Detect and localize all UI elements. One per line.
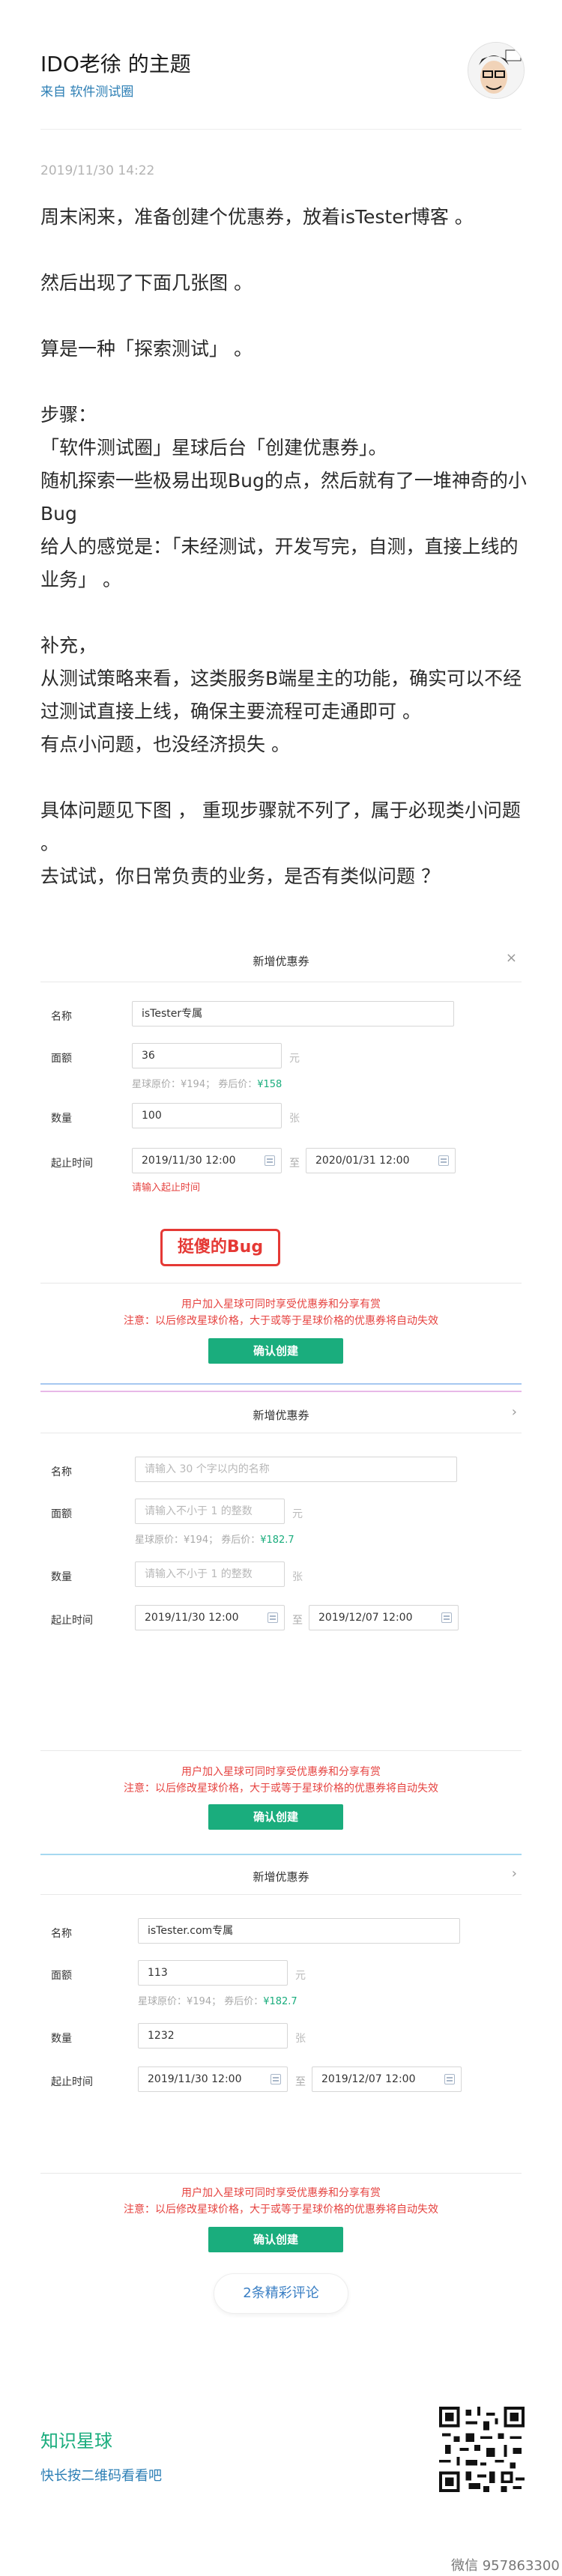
price-hint: 星球原价：¥194； 券后价：¥158 bbox=[132, 1079, 282, 1090]
dialog-title: 新增优惠券 bbox=[253, 955, 309, 968]
amount-input[interactable]: 请输入不小于 1 的整数 bbox=[135, 1499, 285, 1524]
comments-button[interactable]: 2条精彩评论 bbox=[214, 2273, 348, 2314]
amount-input[interactable]: 113 bbox=[138, 1960, 288, 1986]
yuan-unit: 元 bbox=[295, 1970, 306, 1982]
quantity-input[interactable]: 100 bbox=[132, 1103, 282, 1128]
post-paragraph: 步骤： 「软件测试圈」星球后台「创建优惠券」。 随机探索一些极易出现Bug的点，… bbox=[40, 404, 527, 590]
name-input[interactable]: 请输入 30 个字以内的名称 bbox=[135, 1457, 457, 1482]
name-input[interactable]: isTester.com专属 bbox=[138, 1918, 460, 1944]
end-date-input[interactable]: 2019/12/07 12:00 bbox=[309, 1605, 459, 1630]
price-warning: 注意：以后修改星球价格，大于或等于星球价格的优惠券将自动失效 bbox=[124, 2204, 438, 2216]
screenshot-seam bbox=[40, 1379, 522, 1397]
post-paragraph: 周末闲来，准备创建个优惠券，放着isTester博客 。 bbox=[40, 206, 474, 228]
yuan-unit: 元 bbox=[292, 1508, 303, 1520]
start-date-input[interactable]: 2019/11/30 12:00 bbox=[135, 1605, 285, 1630]
post-paragraph: 具体问题见下图 ， 重现步骤就不列了，属于必现类小问题 。 去试试，你日常负责的… bbox=[40, 799, 521, 887]
qr-code[interactable] bbox=[439, 2407, 525, 2492]
zhang-unit: 张 bbox=[295, 2033, 306, 2045]
avatar-image bbox=[468, 43, 524, 98]
amount-label: 面额 bbox=[51, 1508, 72, 1520]
calendar-icon[interactable] bbox=[441, 1612, 452, 1623]
start-date-input[interactable]: 2019/11/30 12:00 bbox=[132, 1148, 282, 1173]
quantity-input[interactable]: 请输入不小于 1 的整数 bbox=[135, 1561, 285, 1587]
calendar-icon[interactable] bbox=[444, 2074, 455, 2084]
coupon-note: 用户加入星球可同时享受优惠券和分享有赏 bbox=[181, 1766, 381, 1778]
dialog-title: 新增优惠券 bbox=[253, 1409, 309, 1422]
confirm-create-button[interactable]: 确认创建 bbox=[208, 2227, 343, 2252]
end-date-input[interactable]: 2020/01/31 12:00 bbox=[306, 1148, 456, 1173]
calendar-icon[interactable] bbox=[265, 1155, 275, 1166]
price-warning: 注意：以后修改星球价格，大于或等于星球价格的优惠券将自动失效 bbox=[124, 1783, 438, 1795]
price-warning: 注意：以后修改星球价格，大于或等于星球价格的优惠券将自动失效 bbox=[124, 1315, 438, 1327]
quantity-label: 数量 bbox=[51, 1113, 72, 1125]
time-label: 起止时间 bbox=[51, 1158, 93, 1170]
time-label: 起止时间 bbox=[51, 2076, 93, 2088]
amount-input[interactable]: 36 bbox=[132, 1043, 282, 1068]
post-body: 周末闲来，准备创建个优惠券，放着isTester博客 。 然后出现了下面几张图 … bbox=[40, 201, 528, 893]
amount-label: 面额 bbox=[51, 1053, 72, 1065]
author-avatar[interactable] bbox=[468, 42, 525, 99]
calendar-icon[interactable] bbox=[271, 2074, 281, 2084]
coupon-form-screenshot-2: 新增优惠券 › 名称 请输入 30 个字以内的名称 面额 请输入不小于 1 的整… bbox=[40, 1400, 522, 1849]
confirm-create-button[interactable]: 确认创建 bbox=[208, 1338, 343, 1364]
chevron-right-icon[interactable]: › bbox=[512, 1404, 517, 1420]
name-input[interactable]: isTester专属 bbox=[132, 1001, 454, 1027]
quantity-input[interactable]: 1232 bbox=[138, 2023, 288, 2049]
to-separator: 至 bbox=[292, 1615, 303, 1627]
zhang-unit: 张 bbox=[292, 1571, 303, 1583]
price-hint: 星球原价：¥194； 券后价：¥182.7 bbox=[138, 1996, 297, 2007]
amount-label: 面额 bbox=[51, 1970, 72, 1982]
coupon-note: 用户加入星球可同时享受优惠券和分享有赏 bbox=[181, 1298, 381, 1310]
quantity-label: 数量 bbox=[51, 1571, 72, 1583]
name-label: 名称 bbox=[51, 1466, 72, 1478]
post-paragraph: 算是一种「探索测试」 。 bbox=[40, 338, 253, 360]
footer-hint: 快长按二维码看看吧 bbox=[40, 2468, 162, 2484]
end-date-input[interactable]: 2019/12/07 12:00 bbox=[312, 2066, 462, 2092]
close-icon[interactable]: × bbox=[506, 950, 517, 966]
post-paragraph: 补充， 从测试策略来看，这类服务B端星主的功能，确实可以不经过测试直接上线，确保… bbox=[40, 635, 522, 755]
price-hint: 星球原价：¥194； 券后价：¥182.7 bbox=[135, 1535, 294, 1546]
post-timestamp: 2019/11/30 14:22 bbox=[40, 163, 155, 178]
wechat-id: 微信 957863300 bbox=[451, 2558, 560, 2574]
name-label: 名称 bbox=[51, 1928, 72, 1940]
topic-title: IDO老徐 的主题 bbox=[40, 52, 191, 76]
post-header: IDO老徐 的主题 来自 软件测试圈 bbox=[0, 0, 562, 127]
calendar-icon[interactable] bbox=[268, 1612, 278, 1623]
start-date-input[interactable]: 2019/11/30 12:00 bbox=[138, 2066, 288, 2092]
quantity-label: 数量 bbox=[51, 2033, 72, 2045]
coupon-note: 用户加入星球可同时享受优惠券和分享有赏 bbox=[181, 2187, 381, 2199]
time-error-message: 请输入起止时间 bbox=[132, 1182, 201, 1194]
to-separator: 至 bbox=[295, 2076, 306, 2088]
time-label: 起止时间 bbox=[51, 1615, 93, 1627]
zhang-unit: 张 bbox=[289, 1113, 300, 1125]
yuan-unit: 元 bbox=[289, 1053, 300, 1065]
chevron-right-icon[interactable]: › bbox=[512, 1866, 517, 1881]
coupon-form-screenshot-3: 新增优惠券 › 名称 isTester.com专属 面额 113 元 星球原价：… bbox=[40, 1861, 522, 2266]
confirm-create-button[interactable]: 确认创建 bbox=[208, 1804, 343, 1830]
dialog-title: 新增优惠券 bbox=[253, 1870, 309, 1884]
post-paragraph: 然后出现了下面几张图 。 bbox=[40, 272, 253, 294]
footer-brand: 知识星球 bbox=[40, 2431, 112, 2452]
to-separator: 至 bbox=[289, 1158, 300, 1170]
header-divider bbox=[40, 129, 522, 130]
name-label: 名称 bbox=[51, 1011, 72, 1023]
calendar-icon[interactable] bbox=[438, 1155, 449, 1166]
bug-annotation: 挺傻的Bug bbox=[160, 1229, 280, 1266]
coupon-form-screenshot-1: 新增优惠券 × 名称 isTester专属 面额 36 元 星球原价：¥194；… bbox=[40, 941, 522, 1376]
circle-source-link[interactable]: 来自 软件测试圈 bbox=[40, 81, 133, 100]
